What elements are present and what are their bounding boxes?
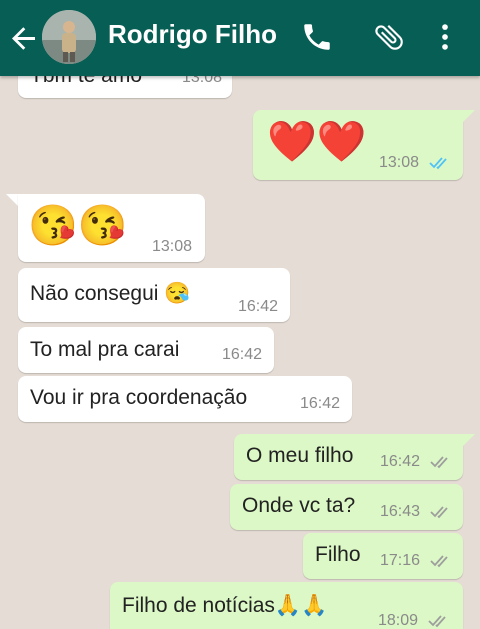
chat-screen: Rodrigo Filho Tbm te amo 13:08 ❤️❤️ 13:0… (0, 0, 480, 629)
bubble-tail (463, 110, 475, 122)
message-outgoing[interactable]: O meu filho 16:42 (234, 434, 463, 480)
message-time: 13:08 (379, 154, 420, 171)
message-emoji: ❤️❤️ (267, 120, 367, 164)
message-emoji: 😘😘 (28, 204, 128, 248)
message-text: Não consegui 😪 (30, 282, 191, 305)
message-time: 13:08 (152, 238, 193, 255)
bubble-tail (6, 194, 18, 206)
message-text: O meu filho (246, 444, 354, 467)
message-text: Vou ir pra coordenação (30, 386, 248, 409)
message-incoming[interactable]: 😘😘 13:08 (18, 194, 205, 262)
delivered-check-icon (430, 506, 448, 519)
message-time: 18:09 (378, 612, 419, 629)
message-time: 16:43 (380, 503, 421, 520)
read-check-icon (429, 157, 447, 170)
avatar[interactable] (42, 10, 96, 64)
message-time: 16:42 (380, 453, 421, 470)
message-outgoing[interactable]: Filho de notícias🙏🙏 18:09 (110, 582, 463, 629)
message-time: 16:42 (222, 346, 263, 363)
message-incoming[interactable]: To mal pra carai 16:42 (18, 327, 274, 373)
back-arrow-icon[interactable] (8, 22, 40, 54)
chat-header: Rodrigo Filho (0, 0, 480, 76)
message-outgoing[interactable]: ❤️❤️ 13:08 (253, 110, 463, 180)
message-incoming[interactable]: Não consegui 😪 16:42 (18, 268, 290, 322)
message-time: 13:08 (182, 76, 223, 86)
message-time: 16:42 (300, 395, 341, 412)
message-text: Filho (315, 543, 361, 566)
message-outgoing[interactable]: Filho 17:16 (303, 533, 463, 579)
delivered-check-icon (430, 456, 448, 469)
paperclip-icon[interactable] (372, 20, 406, 54)
bubble-tail (463, 434, 475, 446)
message-list[interactable]: Tbm te amo 13:08 ❤️❤️ 13:08 😘😘 13:08 Não… (0, 76, 480, 629)
message-text: Tbm te amo (30, 76, 142, 88)
contact-name[interactable]: Rodrigo Filho (108, 19, 277, 50)
message-time: 16:42 (238, 298, 279, 315)
message-incoming[interactable]: Vou ir pra coordenação 16:42 (18, 376, 352, 422)
more-vert-icon[interactable] (428, 20, 462, 54)
delivered-check-icon (428, 615, 446, 628)
phone-icon[interactable] (300, 20, 334, 54)
message-incoming[interactable]: Tbm te amo 13:08 (18, 76, 232, 98)
delivered-check-icon (430, 555, 448, 568)
message-time: 17:16 (380, 552, 421, 569)
message-text: To mal pra carai (30, 338, 180, 361)
message-text: Onde vc ta? (242, 494, 356, 517)
message-outgoing[interactable]: Onde vc ta? 16:43 (230, 484, 463, 530)
message-text: Filho de notícias🙏🙏 (122, 594, 328, 617)
